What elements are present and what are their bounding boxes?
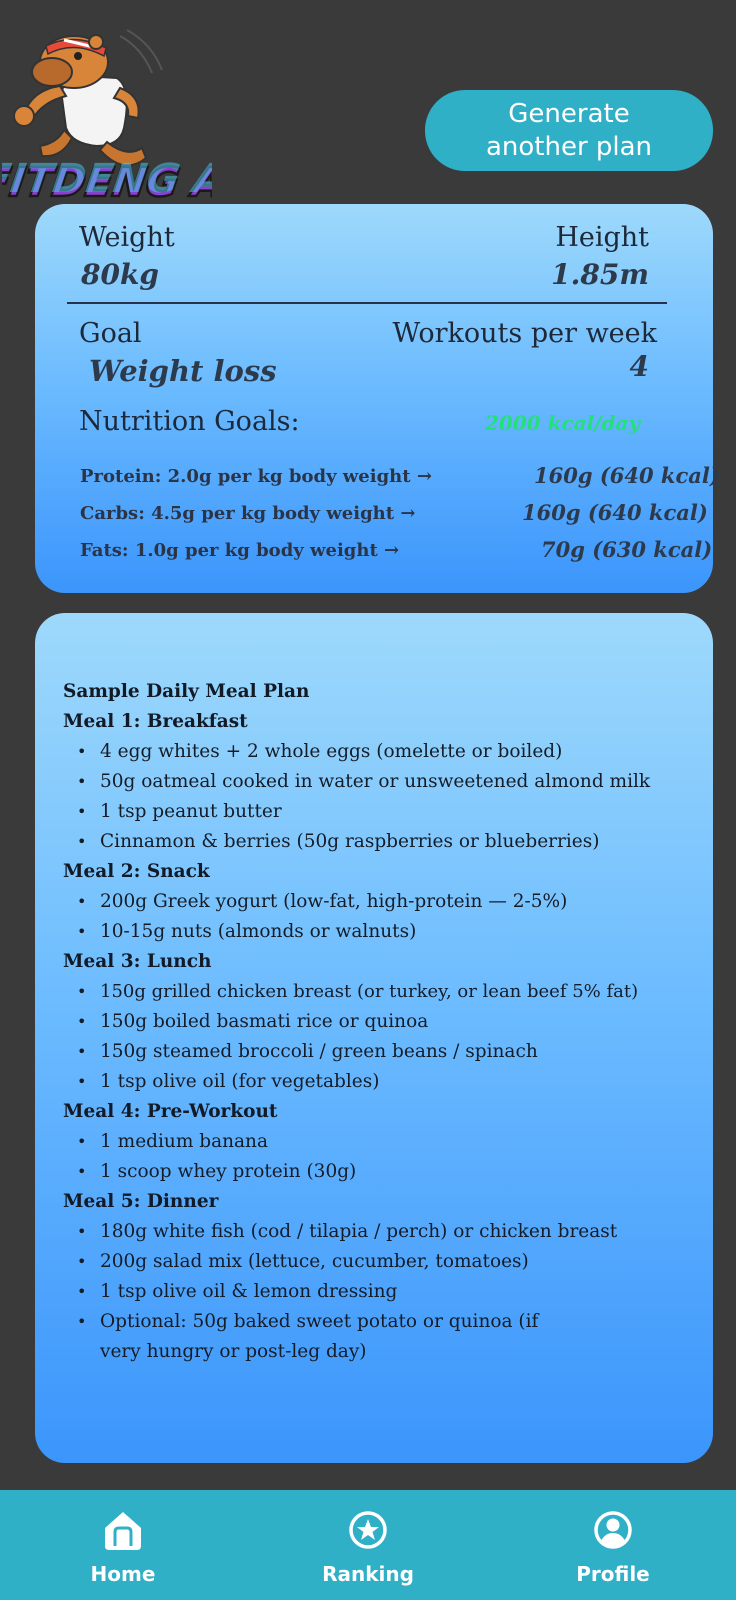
meal-heading: Meal 1: Breakfast (63, 711, 248, 732)
meal-heading: Meal 2: Snack (63, 861, 210, 882)
list-item: 200g Greek yogurt (low-fat, high-protein… (63, 887, 703, 917)
nutrient-row-fats: Fats: 1.0g per kg body weight → 70g (630… (80, 537, 712, 566)
workouts-label: Workouts per week (392, 318, 657, 349)
bottom-nav: Home Ranking Profile (0, 1490, 736, 1600)
list-item: 150g boiled basmati rice or quinoa (63, 1007, 703, 1037)
meal-items: 180g white fish (cod / tilapia / perch) … (63, 1217, 703, 1367)
weight-value: 80kg (81, 258, 159, 291)
nav-ranking-label: Ranking (322, 1562, 414, 1586)
nutrient-row-carbs: Carbs: 4.5g per kg body weight → 160g (6… (80, 500, 708, 529)
meal-items: 1 medium banana 1 scoop whey protein (30… (63, 1127, 703, 1187)
list-item: 1 scoop whey protein (30g) (63, 1157, 703, 1187)
nutrient-value: 70g (630 kcal) (541, 537, 713, 562)
height-label: Height (555, 222, 649, 253)
list-item: 180g white fish (cod / tilapia / perch) … (63, 1217, 703, 1247)
svg-text:FITDENG AI: FITDENG AI (2, 156, 212, 202)
nutrient-rule: Protein: 2.0g per kg body weight → (80, 466, 432, 487)
list-item: Cinnamon & berries (50g raspberries or b… (63, 827, 703, 857)
meal-plan-card: Sample Daily Meal Plan Meal 1: Breakfast… (35, 613, 713, 1463)
height-value: 1.85m (551, 258, 649, 291)
goal-label: Goal (79, 318, 142, 349)
list-item: Optional: 50g baked sweet potato or quin… (63, 1307, 583, 1367)
nutrient-value: 160g (640 kcal) (534, 463, 720, 488)
nav-home-label: Home (90, 1562, 156, 1586)
nutrient-value: 160g (640 kcal) (522, 500, 708, 525)
goal-value: Weight loss (89, 354, 277, 388)
nav-profile-label: Profile (576, 1562, 650, 1586)
meal-plan-content: Sample Daily Meal Plan Meal 1: Breakfast… (63, 677, 703, 1367)
weight-label: Weight (79, 222, 175, 253)
generate-plan-button[interactable]: Generate another plan (425, 90, 713, 171)
stats-card: Weight 80kg Height 1.85m Goal Weight los… (35, 204, 720, 593)
nav-home[interactable]: Home (43, 1490, 203, 1600)
star-icon (349, 1511, 387, 1549)
list-item: 150g steamed broccoli / green beans / sp… (63, 1037, 703, 1067)
list-item: 10-15g nuts (almonds or walnuts) (63, 917, 703, 947)
meal-items: 150g grilled chicken breast (or turkey, … (63, 977, 703, 1097)
list-item: 4 egg whites + 2 whole eggs (omelette or… (63, 737, 703, 767)
user-icon (594, 1511, 632, 1549)
workouts-value: 4 (629, 350, 649, 383)
nutrient-rule: Fats: 1.0g per kg body weight → (80, 540, 400, 561)
nutrition-goals-label: Nutrition Goals: (79, 406, 300, 437)
list-item: 1 tsp peanut butter (63, 797, 703, 827)
list-item: 200g salad mix (lettuce, cucumber, tomat… (63, 1247, 703, 1277)
meal-heading: Meal 5: Dinner (63, 1191, 219, 1212)
list-item: 50g oatmeal cooked in water or unsweeten… (63, 767, 703, 797)
daily-kcal-value: 2000 kcal/day (485, 411, 641, 435)
meal-items: 4 egg whites + 2 whole eggs (omelette or… (63, 737, 703, 857)
list-item: 1 tsp olive oil & lemon dressing (63, 1277, 703, 1307)
meal-plan-title: Sample Daily Meal Plan (63, 681, 310, 702)
stats-divider (67, 302, 667, 304)
home-icon (105, 1512, 141, 1550)
nutrient-rule: Carbs: 4.5g per kg body weight → (80, 503, 416, 524)
list-item: 150g grilled chicken breast (or turkey, … (63, 977, 703, 1007)
nutrient-row-protein: Protein: 2.0g per kg body weight → 160g … (80, 463, 720, 492)
meal-heading: Meal 3: Lunch (63, 951, 212, 972)
fitdeng-logo: FITDENG AI FITDENG AI (0, 18, 243, 213)
list-item: 1 tsp olive oil (for vegetables) (63, 1067, 703, 1097)
meal-items: 200g Greek yogurt (low-fat, high-protein… (63, 887, 703, 947)
list-item: 1 medium banana (63, 1127, 703, 1157)
nav-ranking[interactable]: Ranking (288, 1490, 448, 1600)
meal-heading: Meal 4: Pre-Workout (63, 1101, 278, 1122)
nav-profile[interactable]: Profile (533, 1490, 693, 1600)
